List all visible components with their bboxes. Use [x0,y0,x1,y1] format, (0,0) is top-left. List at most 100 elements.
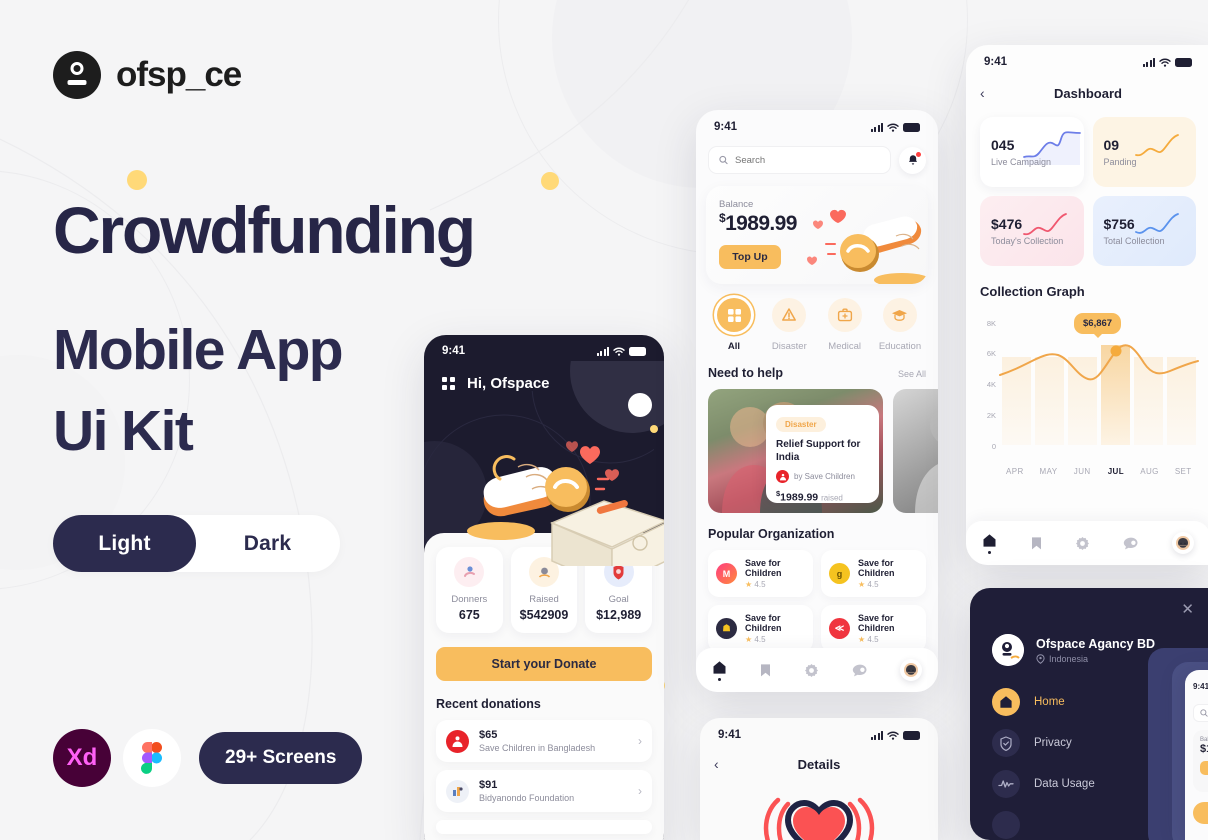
list-item[interactable]: ≪ Save for Children ★ 4.5 [821,605,926,652]
balance-amount-mini: $1 [1200,743,1208,755]
tab-chat[interactable] [852,663,868,678]
tab-home[interactable] [712,660,727,681]
drawer-user-name: Ofspace Agancy BD [1036,636,1156,651]
tab-settings[interactable] [1075,536,1090,551]
donation-amount: $91 [479,779,498,791]
red-heart-with-pulse-waves [763,797,875,840]
tab-settings[interactable] [804,663,819,678]
search-input[interactable] [708,146,891,174]
top-up-button[interactable]: Top Up [719,245,781,269]
phone-mockup-details: 9:41 ‹ Details [700,718,938,840]
category-medical[interactable]: Medical [823,298,867,352]
chevron-left-icon[interactable]: ‹ [714,756,734,772]
metric-card-total-collection[interactable]: $756 Total Collection [1092,196,1196,266]
theme-option-light[interactable]: Light [53,515,196,572]
list-item[interactable]: g Save for Children ★ 4.5 [821,550,926,597]
search-row [696,136,938,174]
map-pin-icon [1036,653,1045,664]
avatar-icon [899,659,922,681]
category-all[interactable]: All [712,298,756,352]
start-donate-button[interactable]: Start your Donate [436,647,652,681]
tab-saved[interactable] [759,663,772,678]
campaign-card[interactable]: Disaster Relief Support for India by Sav… [708,389,883,513]
tab-profile[interactable] [1171,532,1194,554]
status-bar: 9:41 [1185,670,1208,696]
balance-value: 1989.99 [725,212,797,235]
activity-pulse-icon [992,770,1020,798]
bell-notification-icon[interactable] [899,146,926,174]
list-item[interactable]: M Save for Children ★ 4.5 [708,550,813,597]
collection-graph: 8K 6K 4K 2K 0 $6,867 APR MAY JUN JUL AUG… [976,305,1200,480]
metric-card-live-campaign[interactable]: 045 Live Campaign [980,117,1084,187]
hero-dot [650,425,658,433]
top-up-button-mini[interactable] [1200,761,1208,775]
dashboard-header: ‹ Dashboard [966,71,1208,101]
campaign-card-secondary[interactable] [893,389,938,513]
brand-name: ofsp_ce [116,55,242,94]
home-icon [713,660,726,674]
tool-badges: Xd 29+ Screens [53,729,363,787]
phone-mockup-home-light: 9:41 Balance $1989.99 Top Up [696,110,938,692]
metric-label: Panding [1103,157,1137,167]
category-label: Disaster [771,341,807,352]
balance-card-mini: Bal $1 [1193,730,1208,792]
org-logo-4: ≪ [829,618,850,639]
x-tick: SET [1174,467,1192,476]
active-tab-dot [718,677,722,681]
chevron-left-icon[interactable]: ‹ [980,85,1000,101]
campaign-raised: $1989.99 raised [776,489,869,504]
search-field[interactable] [735,154,880,166]
metric-value: 09 [1103,137,1120,153]
ofspace-avatar [992,634,1024,666]
stat-label: Goal [608,594,629,605]
phone-mockup-mini-preview: 9:41 Bal $1 [1185,670,1208,840]
status-bar: 9:41 [696,110,938,136]
home-icon [992,688,1020,716]
collection-graph-title: Collection Graph [980,284,1085,299]
list-item[interactable]: $65 Save Children in Bangladesh › [436,720,652,762]
tab-home[interactable] [982,533,997,554]
theme-option-dark[interactable]: Dark [196,515,339,572]
wifi-icon [887,731,899,740]
page-title: Dashboard [1054,85,1122,101]
phone-mockup-dashboard: 9:41 ‹ Dashboard 045 Live Campaign 09 Pa… [966,45,1208,565]
metric-card-pending[interactable]: 09 Panding [1092,117,1196,187]
theme-toggle[interactable]: Light Dark [53,515,340,572]
save-the-children-logo [446,729,469,753]
tab-chat[interactable] [1123,536,1139,551]
search-input-mini[interactable] [1193,704,1208,722]
y-tick: 4K [986,380,996,389]
signal-bars-icon [870,122,883,132]
org-rating: ★ 4.5 [858,580,879,589]
status-time: 9:41 [1193,681,1208,691]
save-the-children-logo [776,470,789,483]
metric-value: $476 [991,216,1023,232]
poster-canvas: ofsp_ce Crowdfunding Mobile App Ui Kit L… [0,0,1208,840]
tab-saved[interactable] [1030,536,1043,551]
category-label: Medical [828,341,862,352]
figma-icon [123,729,181,787]
metric-card-today-collection[interactable]: $476 Today's Collection [980,196,1084,266]
grid-menu-icon[interactable] [442,377,455,390]
page-title: Details [797,756,841,772]
see-all-link[interactable]: See All [898,369,926,379]
category-disaster[interactable]: Disaster [767,298,811,352]
category-education[interactable]: Education [878,298,922,352]
avatar[interactable] [628,393,652,417]
x-tick-active: JUL [1107,467,1125,476]
org-rating: ★ 4.5 [858,635,879,644]
signal-bars-icon [1142,57,1155,67]
list-item[interactable] [436,820,652,834]
gear-icon [1076,536,1090,550]
campaign-carousel[interactable]: Disaster Relief Support for India by Sav… [696,380,938,513]
list-item[interactable]: ☗ Save for Children ★ 4.5 [708,605,813,652]
close-icon[interactable]: ✕ [1181,600,1194,618]
tab-profile[interactable] [899,659,922,681]
list-item[interactable]: $91 Bidyanondo Foundation › [436,770,652,812]
organization-grid: M Save for Children ★ 4.5 g Save for Chi… [696,541,938,652]
campaign-info: Disaster Relief Support for India by Sav… [766,405,879,504]
balance-card: Balance $1989.99 Top Up [706,186,928,284]
brand-logo: ofsp_ce [53,51,242,99]
org-rating: ★ 4.5 [745,580,766,589]
stat-label: Donners [451,594,488,605]
